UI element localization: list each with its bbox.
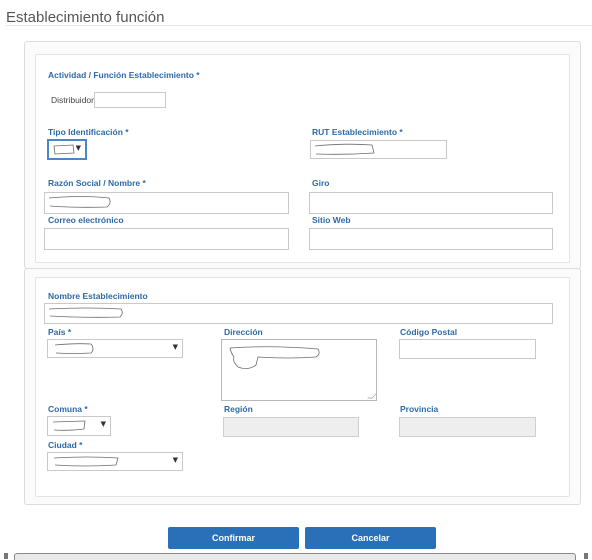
distribuidor-label: Distribuidor — [51, 95, 94, 105]
direccion-label: Dirección — [224, 327, 263, 337]
pais-select[interactable]: ▼ — [47, 339, 183, 358]
direccion-textarea[interactable] — [221, 339, 377, 401]
cancel-button[interactable]: Cancelar — [305, 527, 436, 549]
ciudad-select[interactable]: ▼ — [47, 452, 183, 471]
sitio-web-input[interactable] — [309, 228, 553, 250]
redaction-scribble — [52, 420, 86, 431]
title-divider — [6, 25, 592, 26]
rut-input[interactable] — [310, 140, 447, 159]
redaction-scribble — [54, 343, 94, 354]
correo-label: Correo electrónico — [48, 215, 124, 225]
scroll-right-edge — [584, 553, 588, 559]
nombre-establecimiento-label: Nombre Establecimiento — [48, 291, 148, 301]
distribuidor-input[interactable] — [94, 92, 166, 108]
caret-down-icon: ▼ — [75, 144, 81, 152]
page-title: Establecimiento función — [6, 9, 165, 26]
confirm-button[interactable]: Confirmar — [168, 527, 299, 549]
correo-input[interactable] — [44, 228, 289, 250]
horizontal-scrollbar[interactable] — [14, 553, 576, 560]
ciudad-label: Ciudad * — [48, 440, 83, 450]
scroll-left-edge — [4, 553, 8, 559]
redaction-scribble — [48, 196, 111, 208]
giro-input[interactable] — [309, 192, 553, 214]
redaction-scribble — [53, 144, 75, 155]
razon-social-input[interactable] — [44, 192, 289, 214]
resize-grip-icon[interactable] — [367, 393, 377, 399]
actividad-heading: Actividad / Función Establecimiento * — [48, 70, 200, 80]
codigo-postal-input[interactable] — [399, 339, 536, 359]
caret-down-icon: ▼ — [172, 456, 178, 464]
comuna-select[interactable]: ▼ — [47, 416, 111, 436]
redaction-scribble — [48, 307, 123, 318]
caret-down-icon: ▼ — [172, 343, 178, 351]
sitio-web-label: Sitio Web — [312, 215, 351, 225]
razon-social-label: Razón Social / Nombre * — [48, 178, 146, 188]
redaction-scribble — [53, 456, 119, 467]
provincia-label: Provincia — [400, 404, 439, 414]
provincia-input — [399, 417, 536, 437]
giro-label: Giro — [312, 178, 330, 188]
tipo-identificacion-select[interactable]: ▼ — [47, 139, 87, 160]
codigo-postal-label: Código Postal — [400, 327, 458, 337]
redaction-scribble — [229, 346, 320, 369]
comuna-label: Comuna * — [48, 404, 88, 414]
rut-label: RUT Establecimiento * — [312, 127, 403, 137]
caret-down-icon: ▼ — [100, 420, 106, 428]
region-label: Región — [224, 404, 253, 414]
region-input — [223, 417, 359, 437]
tipo-identificacion-label: Tipo Identificación * — [48, 127, 129, 137]
pais-label: País * — [48, 327, 72, 337]
redaction-scribble — [314, 143, 375, 155]
nombre-establecimiento-input[interactable] — [44, 303, 553, 324]
